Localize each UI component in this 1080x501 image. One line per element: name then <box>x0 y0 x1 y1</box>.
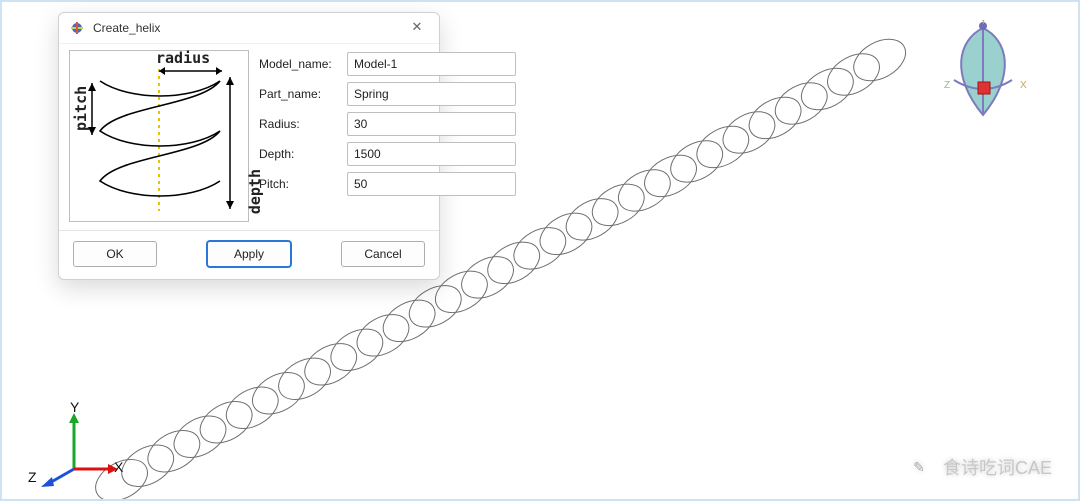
triad-y-label: Y <box>70 399 79 415</box>
pitch-field[interactable] <box>347 172 516 196</box>
depth-field[interactable] <box>347 142 516 166</box>
depth-label: Depth: <box>259 147 341 161</box>
watermark-icon: ✎ <box>905 453 933 481</box>
watermark-text: 食诗吃词CAE <box>943 454 1052 480</box>
close-icon[interactable]: ✕ <box>405 16 429 40</box>
svg-text:Y: Y <box>980 20 987 27</box>
dialog-footer: OK Apply Cancel <box>59 230 439 279</box>
axis-triad[interactable]: Y X Z <box>34 407 124 487</box>
cancel-button[interactable]: Cancel <box>341 241 425 267</box>
model-name-field[interactable] <box>347 52 516 76</box>
diagram-label-radius: radius <box>156 49 210 67</box>
radius-label: Radius: <box>259 117 341 131</box>
svg-text:X: X <box>1020 80 1027 91</box>
diagram-label-pitch: pitch <box>72 86 90 131</box>
triad-z-label: Z <box>28 469 37 485</box>
create-helix-dialog: Create_helix ✕ radiu <box>58 12 440 280</box>
navigation-gizmo[interactable]: X Z Y <box>938 20 1028 130</box>
triad-x-label: X <box>114 459 123 475</box>
svg-text:Z: Z <box>944 80 950 91</box>
diagram-label-depth: depth <box>246 169 264 214</box>
model-name-label: Model_name: <box>259 57 341 71</box>
ok-button[interactable]: OK <box>73 241 157 267</box>
part-name-label: Part_name: <box>259 87 341 101</box>
app-icon <box>69 20 85 36</box>
dialog-titlebar[interactable]: Create_helix ✕ <box>59 13 439 44</box>
part-name-field[interactable] <box>347 82 516 106</box>
radius-field[interactable] <box>347 112 516 136</box>
helix-form: Model_name: Part_name: Radius: Depth: Pi… <box>259 50 516 222</box>
helix-diagram: radius pitch depth <box>69 50 249 222</box>
pitch-label: Pitch: <box>259 177 341 191</box>
watermark: ✎ 食诗吃词CAE <box>905 453 1052 481</box>
dialog-title: Create_helix <box>93 21 405 35</box>
apply-button[interactable]: Apply <box>207 241 291 267</box>
